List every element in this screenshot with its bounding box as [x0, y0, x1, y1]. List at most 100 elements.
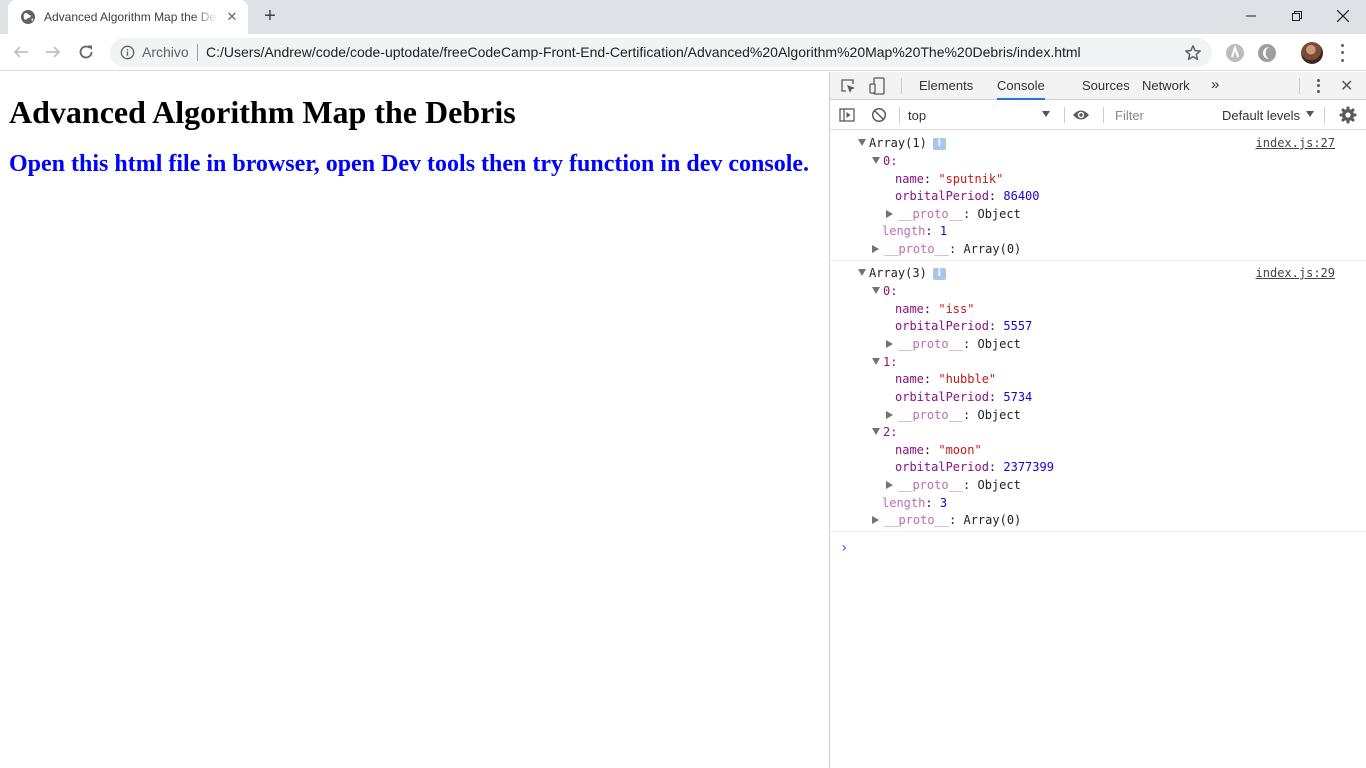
collapse-caret-icon — [886, 411, 893, 419]
window-close-button[interactable] — [1320, 0, 1366, 32]
devtools-tabbar: Elements Console Sources Network » ✕ — [830, 72, 1366, 100]
expand-caret-icon — [858, 269, 866, 276]
collapse-caret-icon — [886, 210, 893, 218]
profile-avatar[interactable] — [1301, 42, 1323, 64]
console-filter-input[interactable] — [1111, 106, 1213, 125]
collapse-caret-icon — [886, 340, 893, 348]
inspect-element-button[interactable] — [839, 77, 857, 95]
browser-toolbar: Archivo C:/Users/Andrew/code/code-uptoda… — [0, 34, 1366, 71]
toolbar-divider — [899, 107, 900, 123]
extension-icon[interactable] — [1225, 43, 1245, 63]
console-message: Array(1) i index.js:27 0: name: "sputnik"… — [830, 131, 1366, 261]
expand-caret-icon — [872, 358, 880, 365]
page-heading: Advanced Algorithm Map the Debris — [9, 94, 516, 130]
property-row: orbitalPeriod: 5557 — [895, 319, 1033, 333]
info-icon[interactable] — [120, 45, 135, 60]
array-summary: Array(1) — [869, 136, 927, 150]
array-index-row[interactable]: 2: — [872, 424, 897, 442]
devtools-panel: Elements Console Sources Network » ✕ top — [829, 72, 1366, 768]
new-tab-button[interactable]: + — [258, 5, 282, 29]
devtools-menu-button[interactable] — [1314, 78, 1322, 94]
proto-row[interactable]: __proto__: Object — [886, 477, 1021, 495]
tab-strip: Advanced Algorithm Map the Debris ✕ + — [0, 0, 1366, 34]
source-link[interactable]: index.js:29 — [1256, 265, 1335, 283]
proto-row[interactable]: __proto__: Array(0) — [872, 241, 1021, 259]
property-row: orbitalPeriod: 2377399 — [895, 460, 1054, 474]
inspect-icon — [841, 79, 855, 93]
array-summary-row[interactable]: Array(1) i — [858, 135, 946, 153]
tab-close-icon[interactable]: ✕ — [224, 9, 240, 25]
proto-row[interactable]: __proto__: Object — [886, 336, 1021, 354]
console-message: Array(3) i index.js:29 0: name: "iss" orb… — [830, 261, 1366, 532]
forward-button[interactable] — [41, 40, 65, 64]
console-sidebar-button[interactable] — [838, 106, 856, 124]
back-button[interactable] — [9, 40, 33, 64]
live-expression-button[interactable] — [1072, 106, 1090, 124]
devtools-tab-elements[interactable]: Elements — [919, 72, 973, 100]
devtools-close-icon[interactable]: ✕ — [1340, 76, 1353, 96]
toolbar-divider — [1324, 107, 1325, 123]
array-summary: Array(3) — [869, 266, 927, 280]
array-summary-row[interactable]: Array(3) i — [858, 265, 946, 283]
property-row: name: "sputnik" — [895, 172, 1004, 186]
caret-down-icon — [1042, 111, 1050, 117]
expand-caret-icon — [872, 287, 880, 294]
collapse-caret-icon — [886, 481, 893, 489]
browser-tab-active[interactable]: Advanced Algorithm Map the Debris ✕ — [8, 0, 248, 34]
eye-icon — [1073, 110, 1089, 120]
source-link[interactable]: index.js:27 — [1256, 135, 1335, 153]
array-index-row[interactable]: 0: — [872, 283, 897, 301]
collapse-caret-icon — [872, 245, 879, 253]
address-bar[interactable]: Archivo C:/Users/Andrew/code/code-uptoda… — [110, 38, 1212, 67]
devtools-tab-console[interactable]: Console — [997, 72, 1045, 100]
page-content: Advanced Algorithm Map the Debris Open t… — [0, 72, 829, 768]
proto-row[interactable]: __proto__: Array(0) — [872, 512, 1021, 530]
reload-button[interactable] — [74, 40, 98, 64]
property-row: name: "hubble" — [895, 372, 997, 386]
sidebar-toggle-icon — [839, 108, 855, 122]
info-badge-icon[interactable]: i — [932, 268, 946, 280]
address-divider — [197, 44, 198, 61]
caret-down-icon — [1306, 111, 1314, 117]
minimize-icon — [1246, 15, 1256, 17]
toolbar-divider — [901, 78, 902, 94]
expand-caret-icon — [872, 157, 880, 164]
url-text[interactable]: C:/Users/Andrew/code/code-uptodate/freeC… — [206, 44, 1081, 61]
proto-row[interactable]: __proto__: Object — [886, 407, 1021, 425]
length-row: length: 1 — [882, 224, 948, 238]
collapse-caret-icon — [872, 516, 879, 524]
console-output: Array(1) i index.js:27 0: name: "sputnik"… — [830, 131, 1366, 768]
devtools-tab-sources[interactable]: Sources — [1082, 72, 1130, 100]
property-row: orbitalPeriod: 5734 — [895, 390, 1033, 404]
arrow-left-icon — [13, 46, 28, 58]
window-restore-button[interactable] — [1274, 0, 1320, 32]
toolbar-divider — [1064, 107, 1065, 123]
array-index-row[interactable]: 0: — [872, 153, 897, 171]
log-levels-select[interactable]: Default levels — [1222, 107, 1300, 124]
devtools-tab-network[interactable]: Network — [1142, 72, 1190, 100]
globe-icon — [21, 10, 35, 24]
proto-row[interactable]: __proto__: Object — [886, 206, 1021, 224]
execution-context-select[interactable]: top — [908, 107, 1056, 124]
info-badge-icon[interactable]: i — [932, 138, 946, 150]
dark-mode-extension-icon[interactable] — [1257, 43, 1277, 63]
property-row: name: "iss" — [895, 302, 975, 316]
expand-caret-icon — [872, 428, 880, 435]
console-prompt-icon[interactable]: › — [840, 540, 848, 558]
property-row: orbitalPeriod: 86400 — [895, 189, 1040, 203]
toolbar-divider — [1299, 78, 1300, 94]
page-instructions: Open this html file in browser, open Dev… — [9, 151, 810, 177]
clear-console-button[interactable] — [870, 106, 888, 124]
restore-icon — [1292, 11, 1302, 21]
browser-menu-button[interactable] — [1336, 42, 1348, 64]
console-toolbar: top Default levels — [830, 101, 1366, 130]
expand-caret-icon — [858, 139, 866, 146]
toolbar-divider — [1103, 107, 1104, 123]
gear-icon — [1339, 106, 1357, 124]
more-tabs-chevron-icon[interactable]: » — [1211, 76, 1219, 93]
star-icon[interactable] — [1184, 44, 1202, 62]
array-index-row[interactable]: 1: — [872, 354, 897, 372]
console-settings-button[interactable] — [1339, 106, 1357, 124]
device-toolbar-button[interactable] — [868, 77, 886, 95]
window-minimize-button[interactable] — [1228, 0, 1274, 32]
